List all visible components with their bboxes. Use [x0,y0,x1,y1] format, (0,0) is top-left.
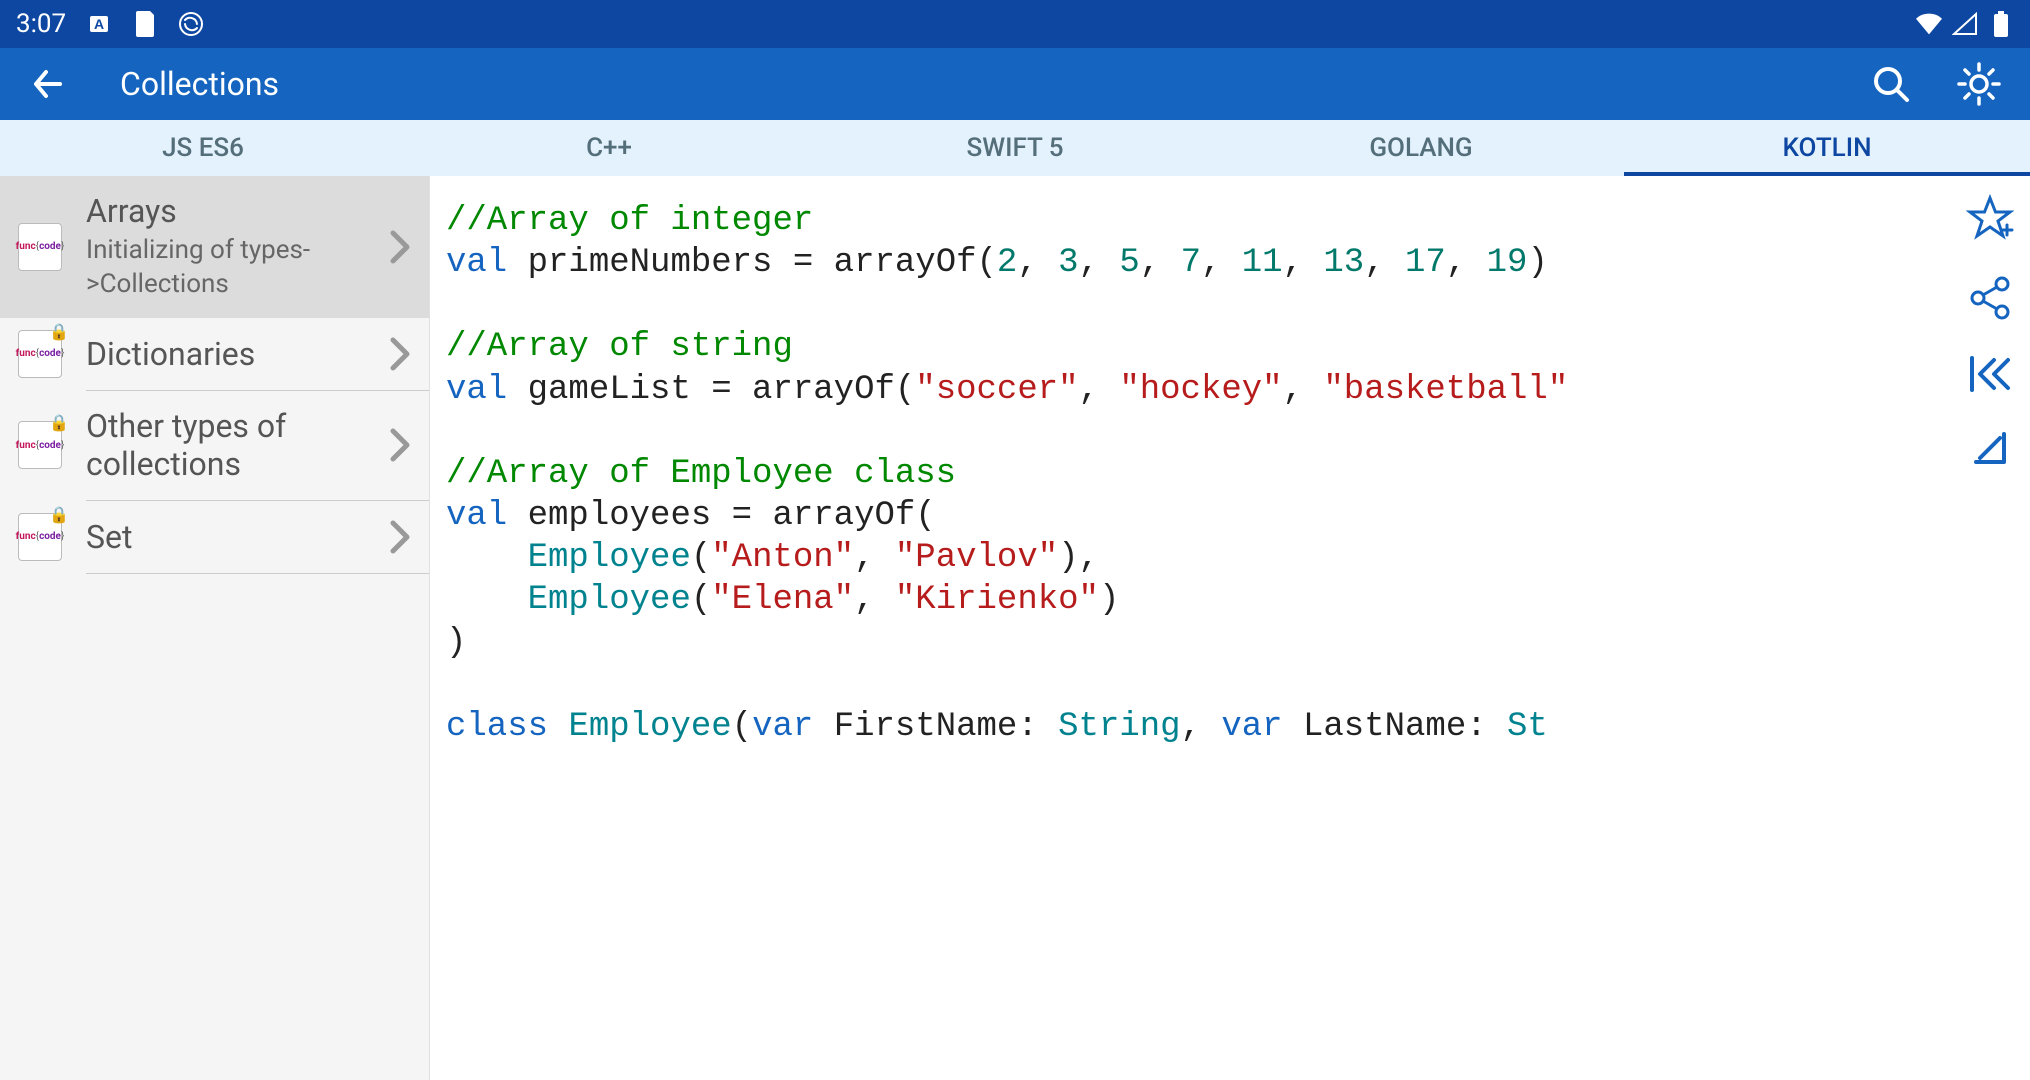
chevron-right-icon [387,425,411,465]
tab-swift-5[interactable]: SWIFT 5 [812,120,1218,176]
sidebar-item-title: Arrays [86,192,379,230]
app-bar: Collections [0,48,2030,120]
sd-card-icon [132,11,158,37]
code-pane[interactable]: //Array of integer val primeNumbers = ar… [430,176,2030,1080]
status-bar: 3:07 A [0,0,2030,48]
func-code-icon: func{code} [18,223,62,271]
settings-button[interactable] [1956,61,2002,107]
chevron-right-icon [387,517,411,557]
svg-text:A: A [94,16,104,32]
clock: 3:07 [16,9,66,39]
sidebar-item-set[interactable]: func{code}🔒Set [86,501,429,574]
sidebar-item-arrays[interactable]: func{code} Arrays Initializing of types->C… [0,176,429,318]
func-code-icon: func{code}🔒 [18,513,62,561]
sidebar-item-title: Other types of collections [86,407,379,484]
lock-icon: 🔒 [49,414,69,432]
cellular-icon [1952,11,1978,37]
search-button[interactable] [1870,63,1912,105]
func-code-icon: func{code}🔒 [18,330,62,378]
sidebar-item-other-types-of-collections[interactable]: func{code}🔒Other types of collections [86,391,429,501]
lock-icon: 🔒 [49,323,69,341]
sync-off-icon [178,11,204,37]
lock-icon: 🔒 [49,506,69,524]
share-button[interactable] [1968,276,2012,320]
favorite-button[interactable] [1966,194,2014,242]
code-content: //Array of integer val primeNumbers = ar… [446,200,2014,748]
chevron-right-icon [387,227,411,267]
page-title: Collections [120,65,279,103]
collapse-sidebar-button[interactable] [1968,354,2012,394]
sidebar: func{code} Arrays Initializing of types->C… [0,176,430,1080]
sidebar-item-title: Dictionaries [86,335,379,373]
shrink-button[interactable] [1970,428,2010,468]
func-code-icon: func{code}🔒 [18,421,62,469]
keyboard-icon: A [86,11,112,37]
sidebar-item-title: Set [86,518,379,556]
back-button[interactable] [28,64,68,104]
tab-golang[interactable]: GOLANG [1218,120,1624,176]
battery-icon [1988,11,2014,37]
sidebar-item-subtitle: Initializing of types->Collections [86,234,379,302]
tab-js-es6[interactable]: JS ES6 [0,120,406,176]
wifi-icon [1916,11,1942,37]
tab-c-[interactable]: C++ [406,120,812,176]
chevron-right-icon [387,334,411,374]
sidebar-item-dictionaries[interactable]: func{code}🔒Dictionaries [86,318,429,391]
language-tabs: JS ES6C++SWIFT 5GOLANGKOTLIN [0,120,2030,176]
tab-kotlin[interactable]: KOTLIN [1624,120,2030,176]
